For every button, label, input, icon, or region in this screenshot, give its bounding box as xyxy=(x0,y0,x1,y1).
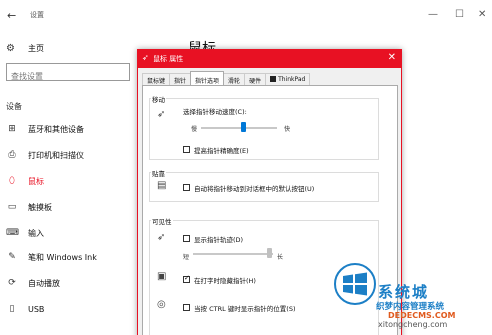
window-title: 设置 xyxy=(30,11,44,19)
sidebar-item-label: 笔和 Windows Ink xyxy=(28,252,97,262)
dialog-title: 鼠标 属性 xyxy=(153,55,184,63)
tab-hardware[interactable]: 硬件 xyxy=(244,73,267,85)
minimize-button[interactable]: — xyxy=(428,9,438,20)
tab-buttons-label: 鼠标键 xyxy=(147,78,166,85)
sidebar-item-label: USB xyxy=(28,304,45,314)
hide-typing-label: 在打字时隐藏指针(H) xyxy=(194,277,256,285)
mouse-pointer-icon: ➶ xyxy=(142,53,149,62)
tab-hardware-label: 硬件 xyxy=(249,78,262,85)
trails-slider-track[interactable] xyxy=(193,253,273,255)
sidebar-item-bluetooth[interactable]: ⊞ 蓝牙和其他设备 xyxy=(6,121,134,137)
dialog-close-icon[interactable]: ✕ xyxy=(388,52,396,63)
ctrl-location-label: 当按 CTRL 键时显示指针的位置(S) xyxy=(194,305,296,313)
sidebar-item-touchpad[interactable]: ▭ 触摸板 xyxy=(6,199,134,215)
ctrl-location-checkbox[interactable] xyxy=(183,304,190,311)
speed-slow-label: 慢 xyxy=(191,126,198,133)
search-input[interactable] xyxy=(7,68,129,85)
pen-icon: ✎ xyxy=(8,252,16,262)
precision-checkbox[interactable] xyxy=(183,146,190,153)
sidebar-item-label: 输入 xyxy=(28,228,44,238)
hide-pointer-icon: ▣ xyxy=(157,271,167,282)
keyboard-icon: ⌨ xyxy=(6,228,19,238)
settings-titlebar: ← 设置 — ☐ ✕ xyxy=(0,0,492,32)
home-label: 主页 xyxy=(28,43,44,53)
sidebar-item-printer[interactable]: ⎙ 打印机和扫描仪 xyxy=(6,147,134,163)
home-link[interactable]: ⚙ 主页 xyxy=(6,40,44,56)
speed-label: 选择指针移动速度(C): xyxy=(183,108,247,116)
tab-thinkpad[interactable]: ThinkPad xyxy=(265,73,311,85)
windows-logo-watermark xyxy=(334,263,376,305)
bluetooth-icon: ⊞ xyxy=(8,124,16,134)
tab-wheel[interactable]: 滑轮 xyxy=(223,73,246,85)
tab-pointers[interactable]: 指针 xyxy=(169,73,192,85)
sidebar-item-mouse[interactable]: ⬯ 鼠标 xyxy=(6,173,134,189)
show-location-icon: ◎ xyxy=(157,299,166,310)
trails-slider-thumb[interactable] xyxy=(267,248,272,258)
sidebar-item-usb[interactable]: ▯ USB xyxy=(6,301,134,317)
trails-label: 显示指针轨迹(D) xyxy=(194,236,244,244)
sidebar-item-autoplay[interactable]: ⟳ 自动播放 xyxy=(6,275,134,291)
sidebar-item-label: 自动播放 xyxy=(28,278,60,288)
pointer-speed-icon: ➶ xyxy=(157,109,166,120)
hide-typing-checkbox[interactable] xyxy=(183,274,190,283)
speed-slider-thumb[interactable] xyxy=(240,122,246,132)
section-label-devices: 设备 xyxy=(6,102,22,111)
sidebar-item-pen[interactable]: ✎ 笔和 Windows Ink xyxy=(6,249,134,265)
autoplay-icon: ⟳ xyxy=(8,278,16,288)
tab-pointer-options-label: 指针选项 xyxy=(195,78,220,85)
tab-pointer-options[interactable]: 指针选项 xyxy=(190,71,225,85)
speed-slider-track[interactable] xyxy=(201,127,277,129)
trails-checkbox[interactable] xyxy=(183,235,190,242)
snap-to-icon: ▤ xyxy=(157,180,167,191)
touchpad-icon: ▭ xyxy=(7,202,17,212)
visibility-group-title: 可见性 xyxy=(151,216,173,226)
sidebar-item-keyboard[interactable]: ⌨ 输入 xyxy=(6,225,134,241)
dialog-titlebar: ➶ 鼠标 属性 ✕ xyxy=(138,50,401,68)
watermark-line3: xitongcheng.com xyxy=(378,320,448,329)
tab-pointers-label: 指针 xyxy=(174,78,187,85)
snap-group-title: 贴靠 xyxy=(151,168,166,178)
back-arrow-icon[interactable]: ← xyxy=(7,9,16,22)
watermark-line2: DEDECMS.COM xyxy=(388,311,456,320)
sidebar-item-label: 鼠标 xyxy=(28,176,44,186)
maximize-button[interactable]: ☐ xyxy=(455,9,464,20)
thinkpad-icon xyxy=(270,76,277,82)
mouse-icon: ⬯ xyxy=(9,176,15,186)
sidebar-item-label: 打印机和扫描仪 xyxy=(28,150,84,160)
usb-icon: ▯ xyxy=(9,304,15,314)
snap-checkbox[interactable] xyxy=(183,184,190,191)
motion-group-title: 移动 xyxy=(151,94,166,104)
tab-wheel-label: 滑轮 xyxy=(228,78,241,85)
sidebar-item-label: 触摸板 xyxy=(28,202,52,212)
close-button[interactable]: ✕ xyxy=(478,9,486,20)
precision-label: 提高指针精确度(E) xyxy=(194,147,249,155)
snap-label: 自动将指针移动到对话框中的默认按钮(U) xyxy=(194,185,315,193)
watermark-brand: 系统城 xyxy=(378,283,430,301)
trails-short-label: 短 xyxy=(183,254,190,261)
tab-thinkpad-label: ThinkPad xyxy=(278,76,306,83)
search-box[interactable] xyxy=(6,63,130,85)
printer-icon: ⎙ xyxy=(8,150,16,160)
gear-icon: ⚙ xyxy=(6,42,15,54)
sidebar-item-label: 蓝牙和其他设备 xyxy=(28,124,84,134)
pointer-trails-icon: ➶ xyxy=(157,232,166,243)
speed-fast-label: 快 xyxy=(284,126,291,133)
trails-long-label: 长 xyxy=(277,254,284,261)
tab-buttons[interactable]: 鼠标键 xyxy=(142,73,171,85)
